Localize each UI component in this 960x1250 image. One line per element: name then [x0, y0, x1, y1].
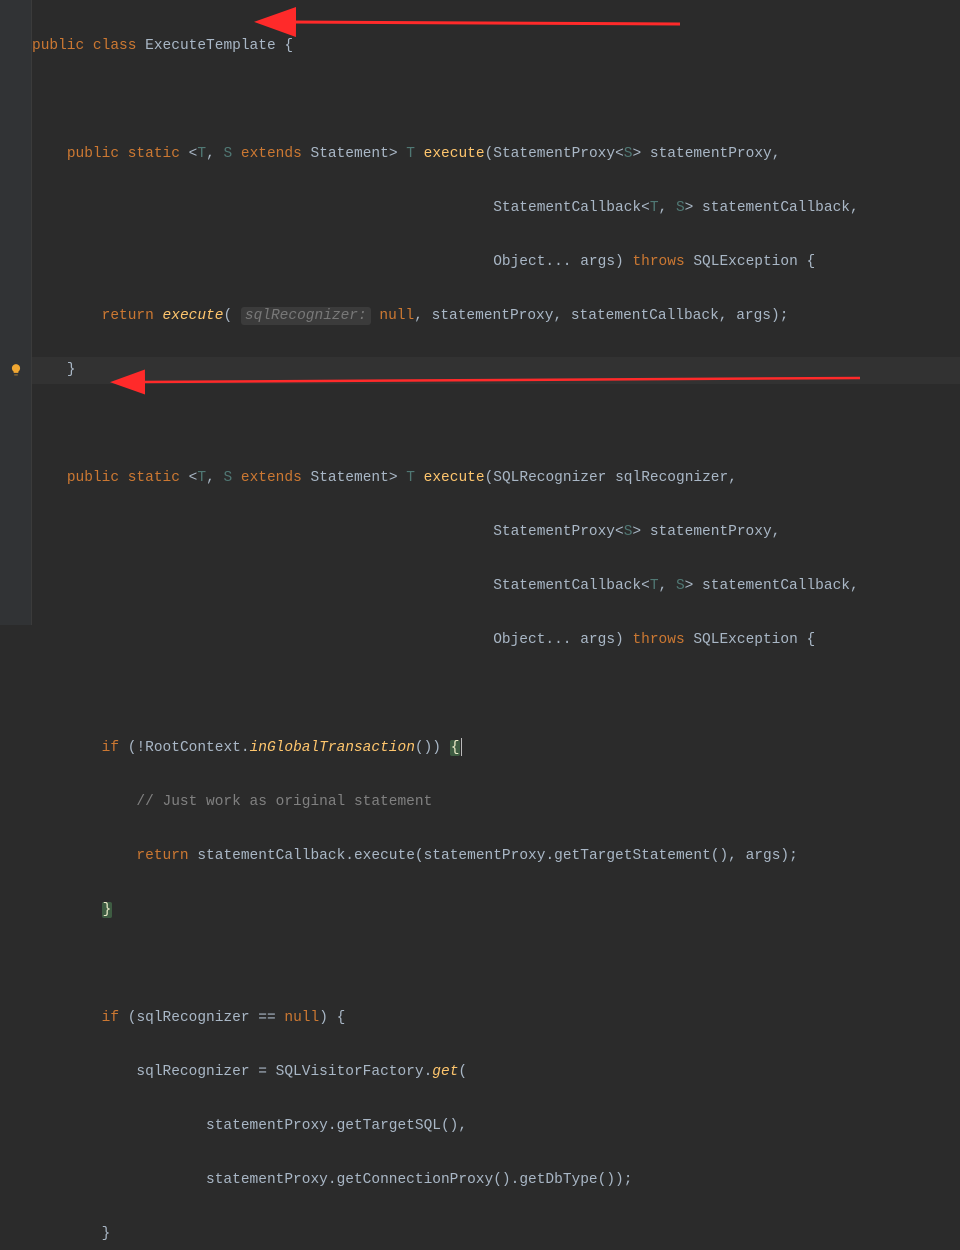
code-line	[32, 681, 859, 708]
code-line: statementProxy.getConnectionProxy().getD…	[32, 1167, 859, 1194]
code-line: Object... args) throws SQLException {	[32, 249, 859, 276]
code-line: public class ExecuteTemplate {	[32, 33, 859, 60]
code-line: statementProxy.getTargetSQL(),	[32, 1113, 859, 1140]
code-line	[32, 951, 859, 978]
code-line: StatementProxy<S> statementProxy,	[32, 519, 859, 546]
code-line: if (!RootContext.inGlobalTransaction()) …	[32, 735, 859, 762]
code-line: public static <T, S extends Statement> T…	[32, 465, 859, 492]
code-line: Object... args) throws SQLException {	[32, 627, 859, 654]
editor-gutter	[0, 0, 32, 625]
code-line: sqlRecognizer = SQLVisitorFactory.get(	[32, 1059, 859, 1086]
code-line	[32, 87, 859, 114]
lightbulb-icon[interactable]	[8, 362, 24, 378]
code-line: if (sqlRecognizer == null) {	[32, 1005, 859, 1032]
code-line: StatementCallback<T, S> statementCallbac…	[32, 573, 859, 600]
code-line: }	[32, 357, 859, 384]
code-line: }	[32, 897, 859, 924]
code-line: public static <T, S extends Statement> T…	[32, 141, 859, 168]
code-line	[32, 411, 859, 438]
code-line: return execute( sqlRecognizer: null, sta…	[32, 303, 859, 330]
text-caret	[461, 738, 462, 756]
code-line: StatementCallback<T, S> statementCallbac…	[32, 195, 859, 222]
code-editor-content[interactable]: public class ExecuteTemplate { public st…	[32, 6, 859, 1250]
code-line: return statementCallback.execute(stateme…	[32, 843, 859, 870]
matched-brace: {	[450, 740, 461, 756]
code-line: // Just work as original statement	[32, 789, 859, 816]
code-line: }	[32, 1221, 859, 1248]
matched-brace: }	[102, 902, 113, 918]
inline-hint: sqlRecognizer:	[241, 307, 371, 325]
